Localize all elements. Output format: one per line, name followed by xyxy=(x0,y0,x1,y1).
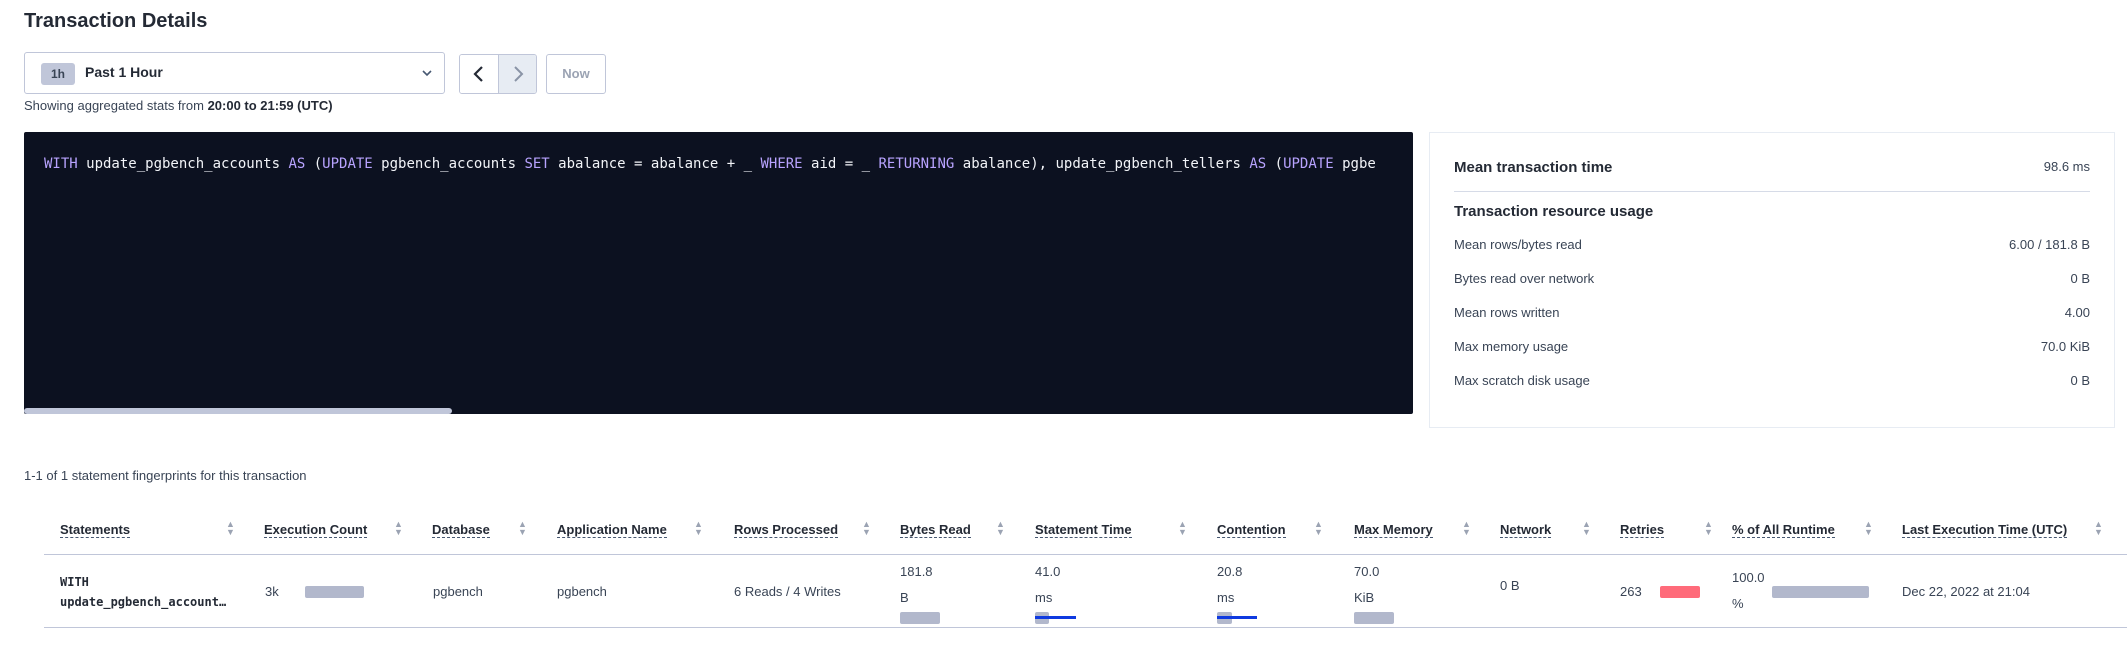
summary-row: Max memory usage 70.0 KiB xyxy=(1454,339,2090,354)
runtime-percent-bar xyxy=(1772,586,1869,598)
column-header-execution-count[interactable]: Execution Count xyxy=(264,522,368,538)
sql-statement-panel: WITH update_pgbench_accounts AS (UPDATE … xyxy=(24,132,1413,414)
summary-divider xyxy=(1454,191,2090,192)
last-execution-value: Dec 22, 2022 at 21:04 xyxy=(1902,584,2030,599)
summary-row: Max scratch disk usage 0 B xyxy=(1454,373,2090,388)
sort-icon[interactable]: ▲ ▼ xyxy=(862,520,871,537)
row-divider xyxy=(44,627,2127,628)
runtime-percent-unit: % xyxy=(1732,596,1744,611)
network-value: 0 B xyxy=(1500,578,1520,593)
sort-icon[interactable]: ▲ ▼ xyxy=(1582,520,1591,537)
statement-time-deviation xyxy=(1035,616,1076,619)
sort-icon[interactable]: ▲ ▼ xyxy=(1314,520,1323,537)
max-memory-unit: KiB xyxy=(1354,590,1375,605)
sql-token: ( xyxy=(305,156,323,172)
sql-keyword: AS xyxy=(1249,156,1267,172)
sort-icon[interactable]: ▲ ▼ xyxy=(996,520,1005,537)
contention-deviation xyxy=(1217,616,1257,619)
column-header-runtime-percent[interactable]: % of All Runtime xyxy=(1732,522,1835,538)
resource-heading: Transaction resource usage xyxy=(1454,203,1654,220)
column-header-bytes-read[interactable]: Bytes Read xyxy=(900,522,971,538)
database-value: pgbench xyxy=(433,584,483,599)
bytes-read-bar xyxy=(900,612,940,624)
range-note: Showing aggregated stats from 20:00 to 2… xyxy=(24,98,333,113)
sql-keyword: SET xyxy=(524,156,550,172)
statement-time-value: 41.0 xyxy=(1035,564,1061,579)
sql-keyword: WHERE xyxy=(760,156,803,172)
sql-token: pgbe xyxy=(1333,156,1376,172)
sql-keyword: UPDATE xyxy=(1283,156,1334,172)
application-name-value: pgbench xyxy=(557,584,607,599)
max-memory-value: 70.0 xyxy=(1354,564,1380,579)
sql-token: update_pgbench_accounts xyxy=(77,156,289,172)
sql-statement-text: WITH update_pgbench_accounts AS (UPDATE … xyxy=(44,156,1376,172)
column-header-application-name[interactable]: Application Name xyxy=(557,522,667,538)
mean-time-row: Mean transaction time 98.6 ms xyxy=(1454,159,2090,176)
bytes-read-value: 181.8 xyxy=(900,564,933,579)
sort-icon[interactable]: ▲ ▼ xyxy=(1704,520,1713,537)
column-header-rows-processed[interactable]: Rows Processed xyxy=(734,522,839,538)
summary-row: Bytes read over network 0 B xyxy=(1454,271,2090,286)
time-nav-group xyxy=(459,54,537,94)
retries-value: 263 xyxy=(1620,584,1642,599)
sql-token: abalance = abalance + _ xyxy=(549,156,761,172)
contention-unit: ms xyxy=(1217,590,1235,605)
statements-table: Statements ▲ ▼ Execution Count ▲ ▼ Databas… xyxy=(44,506,2127,631)
sort-icon[interactable]: ▲ ▼ xyxy=(694,520,703,537)
header-divider xyxy=(44,554,2127,555)
sort-icon[interactable]: ▲ ▼ xyxy=(518,520,527,537)
column-header-database[interactable]: Database xyxy=(432,522,490,538)
sort-icon[interactable]: ▲ ▼ xyxy=(226,520,235,537)
column-header-contention[interactable]: Contention xyxy=(1217,522,1286,538)
sort-icon[interactable]: ▲ ▼ xyxy=(1178,520,1187,537)
execution-count-bar xyxy=(305,586,364,598)
max-memory-bar xyxy=(1354,612,1394,624)
summary-row: Mean rows written 4.00 xyxy=(1454,305,2090,320)
bytes-read-unit: B xyxy=(900,590,909,605)
sql-keyword: RETURNING xyxy=(878,156,955,172)
runtime-percent-value: 100.0 xyxy=(1732,570,1765,585)
rows-processed-value: 6 Reads / 4 Writes xyxy=(734,584,841,599)
mean-time-label: Mean transaction time xyxy=(1454,159,1613,176)
sort-icon[interactable]: ▲ ▼ xyxy=(394,520,403,537)
summary-row: Mean rows/bytes read 6.00 / 181.8 B xyxy=(1454,237,2090,252)
mean-time-value: 98.6 ms xyxy=(2043,159,2090,174)
sort-icon[interactable]: ▲ ▼ xyxy=(1864,520,1873,537)
retries-bar xyxy=(1660,586,1700,598)
column-header-statements[interactable]: Statements xyxy=(60,522,131,538)
time-range-select[interactable]: 1h Past 1 Hour xyxy=(24,52,445,94)
contention-value: 20.8 xyxy=(1217,564,1243,579)
previous-range-button[interactable] xyxy=(460,55,499,93)
chevron-right-icon xyxy=(514,66,524,82)
sql-token: aid = _ xyxy=(802,156,879,172)
next-range-button[interactable] xyxy=(499,55,536,93)
sql-token: pgbench_accounts xyxy=(372,156,525,172)
column-header-statement-time[interactable]: Statement Time xyxy=(1035,522,1132,538)
fingerprint-count: 1-1 of 1 statement fingerprints for this… xyxy=(24,468,307,483)
chevron-left-icon xyxy=(473,66,483,82)
sql-keyword: UPDATE xyxy=(322,156,373,172)
sql-keyword: WITH xyxy=(44,156,78,172)
column-header-last-execution[interactable]: Last Execution Time (UTC) xyxy=(1902,522,2068,538)
column-header-retries[interactable]: Retries xyxy=(1620,522,1665,538)
sql-keyword: AS xyxy=(288,156,306,172)
chevron-down-icon xyxy=(422,65,432,80)
sort-icon[interactable]: ▲ ▼ xyxy=(1462,520,1471,537)
transaction-summary-panel: Mean transaction time 98.6 ms Transactio… xyxy=(1429,132,2115,428)
sort-icon[interactable]: ▲ ▼ xyxy=(2094,520,2103,537)
horizontal-scrollbar[interactable] xyxy=(24,408,452,414)
statement-link[interactable]: WITH update_pgbench_account… xyxy=(60,572,226,612)
sql-token: ( xyxy=(1266,156,1284,172)
page-title: Transaction Details xyxy=(24,10,208,32)
time-range-badge: 1h xyxy=(41,63,75,85)
now-button[interactable]: Now xyxy=(546,54,606,94)
time-range-label: Past 1 Hour xyxy=(85,64,163,80)
sql-token: abalance), update_pgbench_tellers xyxy=(954,156,1250,172)
execution-count-value: 3k xyxy=(265,584,279,599)
column-header-network[interactable]: Network xyxy=(1500,522,1552,538)
statement-time-unit: ms xyxy=(1035,590,1053,605)
column-header-max-memory[interactable]: Max Memory xyxy=(1354,522,1433,538)
